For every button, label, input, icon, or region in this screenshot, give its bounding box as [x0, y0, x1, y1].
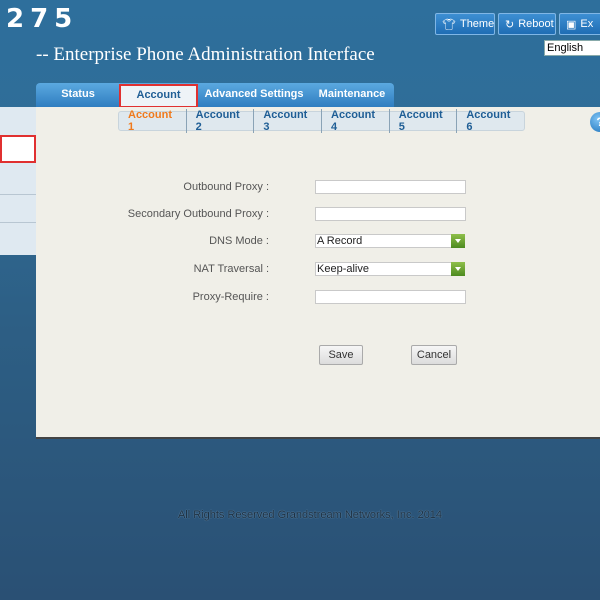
proxy-require-input[interactable] [315, 290, 466, 304]
main-tab-bar: Status Account Advanced Settings Mainten… [36, 83, 394, 108]
page-subtitle: -- Enterprise Phone Administration Inter… [36, 44, 375, 65]
proxy-require-label: Proxy-Require : [192, 291, 269, 303]
subtab-account-2[interactable]: Account 2 [187, 109, 255, 133]
exit-button[interactable]: ▣ Ex [559, 13, 600, 35]
dns-mode-value: A Record [317, 235, 363, 247]
left-menu-item-selected[interactable] [0, 135, 36, 163]
subtab-account-4[interactable]: Account 4 [322, 109, 390, 133]
subtab-account-5[interactable]: Account 5 [390, 109, 458, 133]
reboot-button[interactable]: ↻ Reboot [498, 13, 556, 35]
nat-traversal-select[interactable]: Keep-alive [315, 262, 465, 276]
cancel-button[interactable]: Cancel [411, 345, 457, 365]
exit-icon: ▣ [566, 18, 577, 31]
tab-status[interactable]: Status [36, 83, 120, 107]
outbound-proxy-label: Outbound Proxy : [183, 181, 269, 193]
dns-mode-label: DNS Mode : [209, 235, 269, 247]
secondary-outbound-proxy-input[interactable] [315, 207, 466, 221]
secondary-outbound-proxy-label: Secondary Outbound Proxy : [127, 208, 269, 220]
subtab-account-6[interactable]: Account 6 [457, 109, 524, 133]
theme-label: Theme [459, 18, 495, 30]
outbound-proxy-input[interactable] [315, 180, 466, 194]
subtab-account-1[interactable]: Account 1 [119, 109, 187, 133]
shirt-icon: 👕︎ [442, 18, 456, 31]
chevron-down-icon[interactable] [451, 262, 465, 276]
chevron-down-icon[interactable] [451, 234, 465, 248]
nat-traversal-label: NAT Traversal : [193, 263, 269, 275]
reboot-icon: ↻ [505, 18, 515, 31]
dns-mode-select[interactable]: A Record [315, 234, 465, 248]
exit-label: Ex [580, 18, 594, 30]
tab-advanced-settings[interactable]: Advanced Settings [199, 83, 309, 107]
footer-copyright: All Rights Reserved Grandstream Networks… [177, 509, 443, 521]
reboot-label: Reboot [518, 18, 554, 30]
theme-button[interactable]: 👕︎ Theme [435, 13, 495, 35]
model-number: 275 [6, 4, 79, 34]
account-subtabs: Account 1 Account 2 Account 3 Account 4 … [118, 109, 525, 133]
language-select[interactable]: English [544, 40, 600, 56]
tab-maintenance[interactable]: Maintenance [311, 83, 393, 107]
tab-account[interactable]: Account [119, 84, 198, 108]
nat-traversal-value: Keep-alive [317, 263, 369, 275]
save-button[interactable]: Save [319, 345, 363, 365]
subtab-account-3[interactable]: Account 3 [254, 109, 323, 133]
